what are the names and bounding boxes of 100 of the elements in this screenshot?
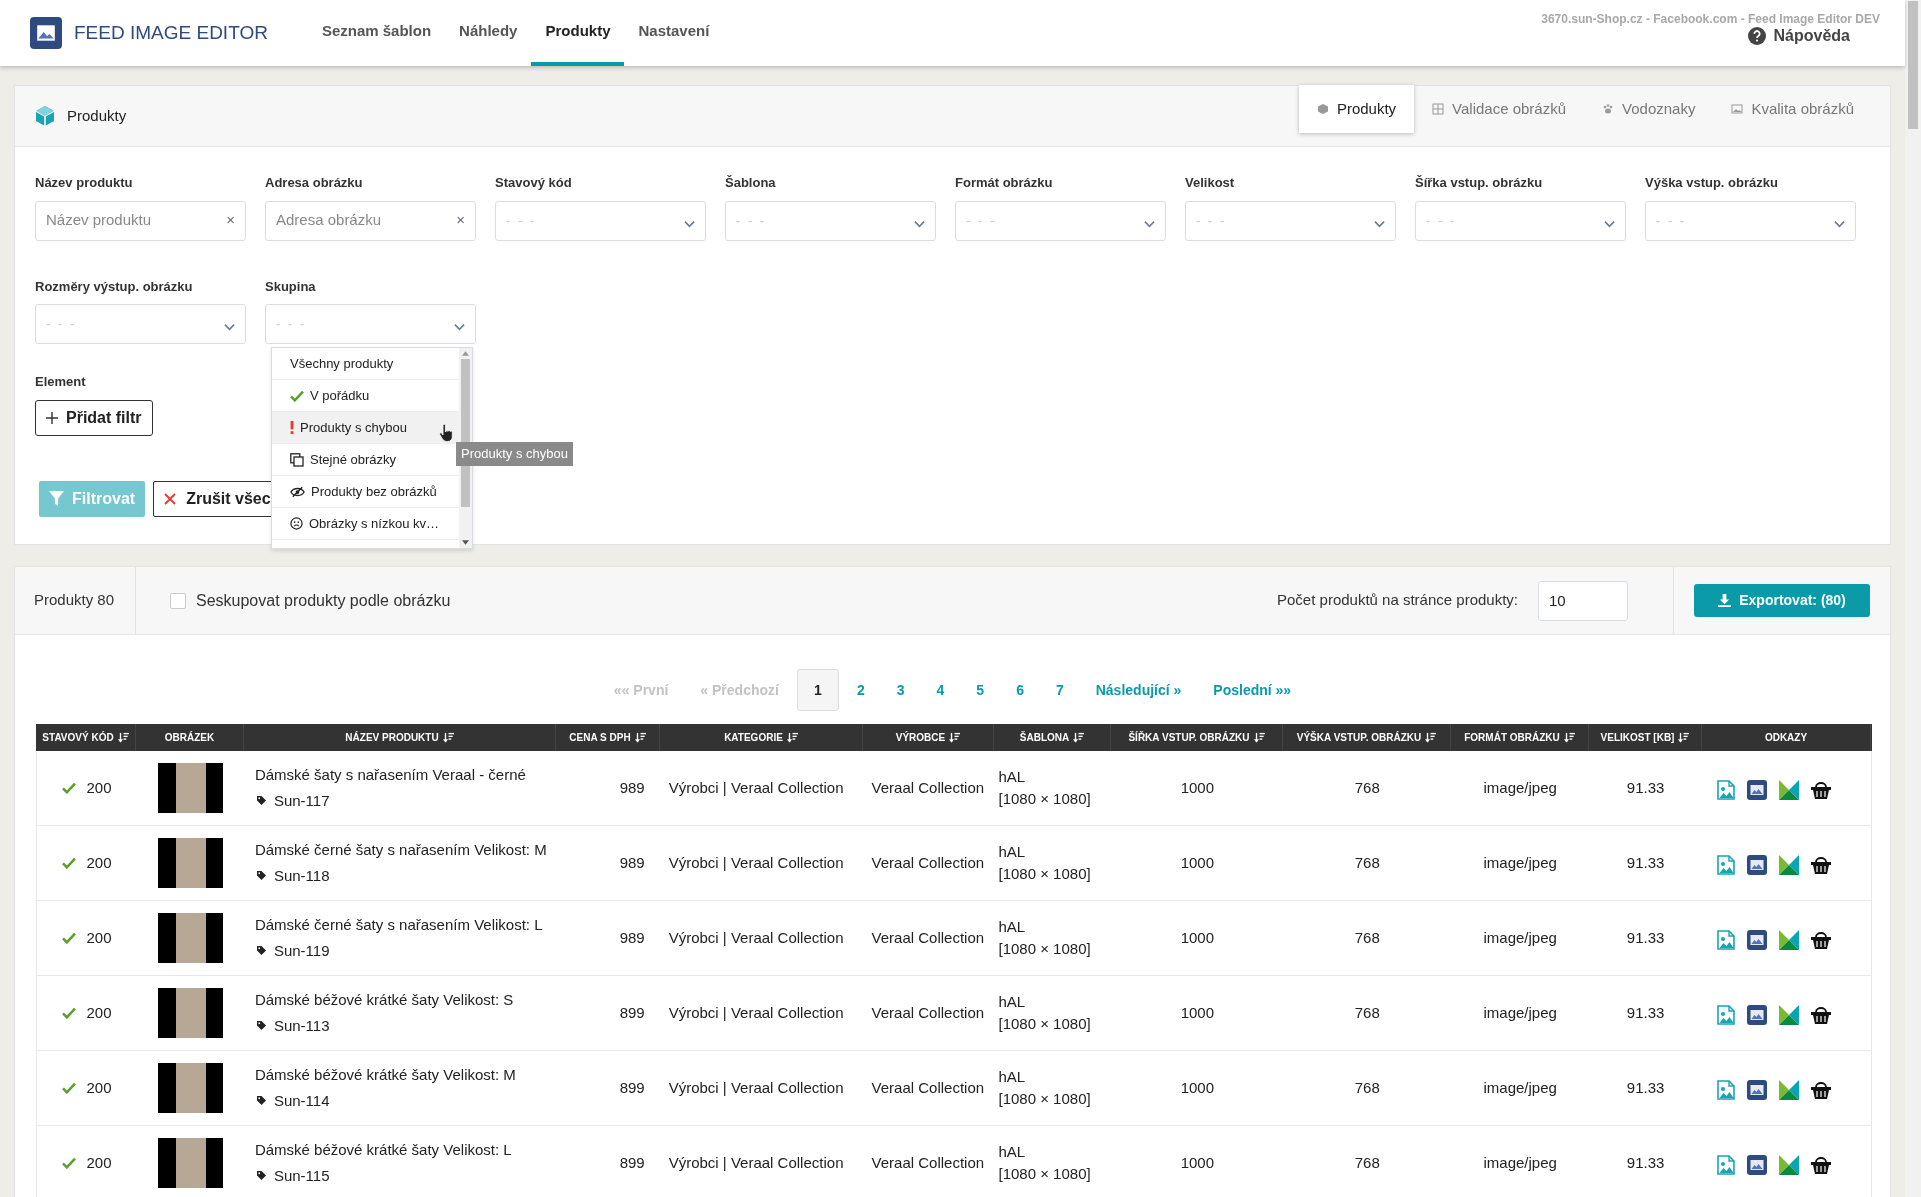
- nav-tab[interactable]: Produkty: [531, 0, 625, 66]
- nav-tab[interactable]: Náhledy: [445, 0, 532, 66]
- column-header[interactable]: VÝROBCE: [863, 724, 994, 751]
- template-name: hAL: [998, 916, 1026, 937]
- status-code: 200: [86, 1077, 112, 1098]
- image-file-icon[interactable]: [1717, 855, 1736, 875]
- image-file-icon[interactable]: [1717, 930, 1736, 950]
- per-page-field[interactable]: 10: [1538, 580, 1628, 621]
- picture-icon[interactable]: [1747, 1155, 1768, 1175]
- product-photo: [158, 913, 224, 963]
- sort-icon[interactable]: [786, 732, 798, 743]
- panel-tab[interactable]: Kvalita obrázků: [1713, 85, 1872, 133]
- sort-icon[interactable]: [442, 732, 454, 743]
- basket-icon[interactable]: [1811, 856, 1832, 874]
- panel-tab[interactable]: Vodoznaky: [1584, 85, 1714, 133]
- product-name: Dámské černé šaty s nařasením Velikost: M: [254, 840, 547, 860]
- clear-icon[interactable]: ×: [456, 209, 465, 232]
- sort-icon[interactable]: [1073, 732, 1085, 743]
- product-name: Dámské černé šaty s nařasením Velikost: L: [254, 915, 543, 935]
- pagination-link[interactable]: 4: [922, 669, 959, 711]
- image-icon: [1731, 103, 1744, 115]
- scroll-down-icon[interactable]: [462, 540, 469, 545]
- triangles-icon[interactable]: [1779, 930, 1800, 950]
- picture-icon[interactable]: [1747, 780, 1768, 800]
- tooltip: Produkty s chybou: [456, 442, 573, 466]
- basket-icon[interactable]: [1811, 931, 1832, 949]
- sort-icon[interactable]: [1563, 732, 1575, 743]
- dropdown-option[interactable]: Produkty s chybou: [272, 412, 459, 444]
- field-label: Element: [35, 373, 86, 391]
- triangles-icon[interactable]: [1779, 1080, 1800, 1100]
- table-cell-text: 91.33: [1626, 927, 1665, 948]
- table-cell-text: 91.33: [1626, 1002, 1665, 1023]
- table-cell-text: 899: [619, 1077, 645, 1098]
- chevron-icon: [454, 323, 465, 331]
- picture-icon[interactable]: [1747, 930, 1768, 950]
- table-cell-text: 768: [1354, 1002, 1380, 1023]
- nav-tab[interactable]: Nastavení: [624, 0, 724, 66]
- table-cell-text: 899: [619, 1002, 645, 1023]
- image-file-icon[interactable]: [1717, 1005, 1736, 1025]
- image-file-icon[interactable]: [1717, 1080, 1736, 1100]
- download-icon: [1718, 594, 1732, 607]
- per-page-label: Počet produktů na stránce produkty:: [1277, 590, 1518, 611]
- pagination-link[interactable]: 1: [796, 669, 839, 711]
- column-header[interactable]: FORMÁT OBRÁZKU: [1451, 724, 1589, 751]
- column-header[interactable]: VÝŠKA VSTUP. OBRÁZKU: [1283, 724, 1451, 751]
- product-count: Produkty 80: [15, 566, 136, 635]
- column-header[interactable]: STAVOVÝ KÓD: [36, 724, 136, 751]
- add-filter-button[interactable]: Přidat filtr: [35, 399, 153, 436]
- picture-icon[interactable]: [1747, 1080, 1768, 1100]
- sort-icon[interactable]: [1253, 732, 1265, 743]
- image-file-icon[interactable]: [1717, 780, 1736, 800]
- table-cell-text: image/jpeg: [1483, 1077, 1557, 1098]
- basket-icon[interactable]: [1811, 1156, 1832, 1174]
- checkbox[interactable]: [170, 592, 186, 609]
- column-header[interactable]: CENA S DPH: [556, 724, 660, 751]
- check-icon: [62, 782, 77, 794]
- table-cell-text: 989: [619, 852, 645, 873]
- dropdown-option[interactable]: Stejné obrázky: [272, 444, 459, 476]
- column-header[interactable]: KATEGORIE: [660, 724, 863, 751]
- image-file-icon[interactable]: [1717, 1155, 1736, 1175]
- column-header[interactable]: OBRÁZEK: [136, 724, 244, 751]
- basket-icon[interactable]: [1811, 1081, 1832, 1099]
- table-cell-text: image/jpeg: [1483, 927, 1557, 948]
- table-cell-text: 1000: [1180, 1077, 1215, 1098]
- app-title: FEED IMAGE EDITOR: [74, 20, 268, 45]
- field-label: Velikost: [1185, 174, 1236, 192]
- triangles-icon[interactable]: [1779, 1155, 1800, 1175]
- product-code: Sun-115: [273, 1165, 330, 1186]
- page-scrollbar[interactable]: [1905, 0, 1921, 1197]
- sort-icon[interactable]: [1678, 732, 1690, 743]
- picture-icon[interactable]: [1747, 855, 1768, 875]
- basket-icon[interactable]: [1811, 781, 1832, 799]
- dropdown-option[interactable]: Produkty bez obrázků: [272, 476, 459, 508]
- sort-icon[interactable]: [117, 732, 129, 743]
- triangles-icon[interactable]: [1779, 855, 1800, 875]
- tag-icon: [256, 1096, 266, 1106]
- column-header[interactable]: ODKAZY: [1702, 724, 1871, 751]
- dropdown-option[interactable]: Obrázky s nízkou kv…: [272, 508, 459, 540]
- column-header[interactable]: ŠABLONA: [994, 724, 1111, 751]
- panel-tab[interactable]: Produkty: [1298, 85, 1415, 133]
- sort-icon[interactable]: [949, 732, 961, 743]
- dropdown-option[interactable]: V pořádku: [272, 380, 459, 412]
- triangles-icon[interactable]: [1779, 1005, 1800, 1025]
- nav-tab[interactable]: Seznam šablon: [307, 0, 446, 66]
- sort-icon[interactable]: [634, 732, 646, 743]
- table-cell-text: Výrobci | Veraal Collection: [668, 927, 844, 948]
- dropdown-option[interactable]: Všechny produkty: [272, 348, 459, 380]
- column-header[interactable]: NÁZEV PRODUKTU: [244, 724, 556, 751]
- column-header[interactable]: VELIKOST [KB]: [1589, 724, 1702, 751]
- picture-icon[interactable]: [1747, 1005, 1768, 1025]
- basket-icon[interactable]: [1811, 1006, 1832, 1024]
- product-code: Sun-118: [273, 865, 330, 886]
- product-name: Dámské béžové krátké šaty Velikost: L: [254, 1140, 512, 1160]
- sort-icon[interactable]: [1425, 732, 1437, 743]
- panel-tab[interactable]: Validace obrázků: [1414, 85, 1585, 133]
- text-field[interactable]: Název produktu ×: [35, 200, 246, 241]
- triangles-icon[interactable]: [1779, 780, 1800, 800]
- column-header[interactable]: ŠÍŘKA VSTUP. OBRÁZKU: [1111, 724, 1283, 751]
- clear-icon[interactable]: ×: [226, 209, 235, 232]
- text-field[interactable]: Adresa obrázku ×: [265, 200, 476, 241]
